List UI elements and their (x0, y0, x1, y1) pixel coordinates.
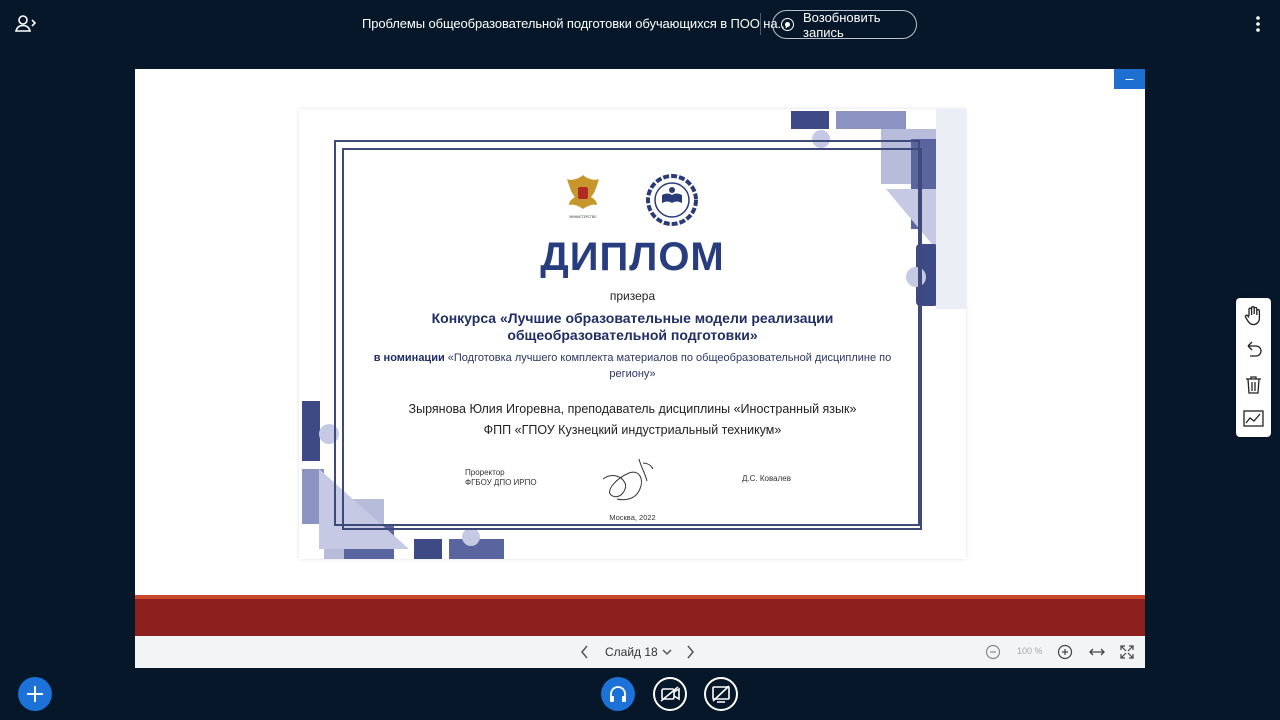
hand-icon[interactable] (1242, 304, 1265, 327)
minimize-presentation-button[interactable]: – (1114, 69, 1145, 89)
chart-icon[interactable] (1242, 407, 1265, 430)
zoom-in-icon[interactable] (1057, 644, 1073, 660)
fullscreen-icon[interactable] (1119, 644, 1135, 660)
fit-width-icon[interactable] (1088, 644, 1106, 660)
signature-icon (599, 453, 665, 507)
users-toggle-icon[interactable] (14, 13, 38, 35)
diploma-title: ДИПЛОМ (540, 235, 725, 279)
slide-toolbar: Слайд 18 100 % (135, 636, 1145, 668)
awardee-line-2: ФПП «ГПОУ Кузнецкий индустриальный техни… (483, 423, 782, 437)
signer-role-2: ФГБОУ ДПО ИРПО (465, 478, 537, 487)
diploma-nomination: в номинации «Подготовка лучшего комплект… (359, 350, 906, 382)
meeting-title: Проблемы общеобразовательной подготовки … (362, 16, 789, 31)
divider (760, 13, 761, 35)
nomination-prefix: в номинации (373, 352, 445, 364)
top-bar: Проблемы общеобразовательной подготовки … (0, 0, 1280, 48)
kebab-icon[interactable] (1250, 14, 1266, 34)
zoom-level: 100 % (1017, 646, 1043, 656)
diploma-slide: МИНИСТЕРСТВО ДИПЛОМ призера Конкурса «Лу… (299, 109, 966, 559)
slide-footer-band (135, 595, 1145, 636)
emblem-icon: МИНИСТЕРСТВО (557, 171, 609, 223)
diploma-awardee: Зырянова Юлия Игоревна, преподаватель ди… (299, 399, 966, 441)
awardee-line-1: Зырянова Юлия Игоревна, преподаватель ди… (408, 402, 857, 416)
diploma-contest: Конкурса «Лучшие образовательные модели … (431, 310, 834, 343)
resume-recording-label: Возобновить запись (803, 9, 881, 40)
prev-slide-icon[interactable] (579, 644, 591, 660)
undo-icon[interactable] (1242, 338, 1265, 361)
presentation-area: – МИНИСТЕРСТВО ДИПЛОМ призера Конкурса «… (135, 69, 1145, 668)
resume-recording-button[interactable]: Возобновить запись (772, 9, 917, 40)
slide-number-label[interactable]: Слайд 18 (605, 645, 658, 659)
camera-off-icon[interactable] (653, 677, 687, 711)
zoom-out-icon[interactable] (985, 644, 1001, 660)
screen-share-off-icon[interactable] (704, 677, 738, 711)
next-slide-icon[interactable] (684, 644, 696, 660)
city-year: Москва, 2022 (609, 513, 656, 522)
whiteboard-toolbar (1236, 298, 1271, 437)
chevron-down-icon[interactable] (662, 647, 672, 657)
signer-name: Д.С. Ковалев (742, 474, 791, 483)
trash-icon[interactable] (1242, 373, 1265, 396)
record-icon (781, 18, 794, 31)
diploma-subtitle: призера (609, 289, 656, 303)
institute-logo-icon (645, 173, 699, 227)
signer-role: Проректор ФГБОУ ДПО ИРПО (465, 468, 537, 488)
nomination-text: «Подготовка лучшего комплекта материалов… (447, 352, 892, 380)
plus-icon[interactable] (18, 677, 52, 711)
svg-text:МИНИСТЕРСТВО: МИНИСТЕРСТВО (570, 215, 597, 219)
signer-role-1: Проректор (465, 468, 505, 477)
headphones-icon[interactable] (601, 677, 635, 711)
